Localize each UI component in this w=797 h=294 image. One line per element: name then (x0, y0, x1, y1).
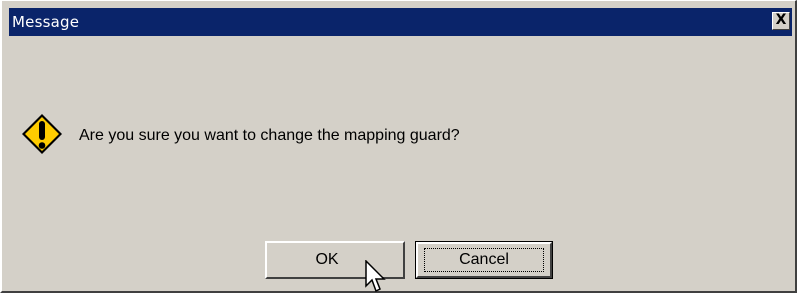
warning-icon (22, 114, 62, 154)
title-bar[interactable]: Message X (9, 8, 792, 36)
ok-button[interactable]: OK (265, 241, 405, 279)
message-dialog: Message X Are you sure you want to chang… (0, 0, 797, 293)
cancel-button-label: Cancel (459, 251, 509, 268)
close-icon: X (775, 12, 787, 28)
cancel-button[interactable]: Cancel (415, 241, 553, 279)
window-title: Message (12, 13, 80, 31)
ok-button-label: OK (315, 251, 339, 268)
dialog-body: Are you sure you want to change the mapp… (9, 36, 792, 286)
close-button[interactable]: X (772, 12, 790, 30)
message-text: Are you sure you want to change the mapp… (79, 127, 460, 144)
